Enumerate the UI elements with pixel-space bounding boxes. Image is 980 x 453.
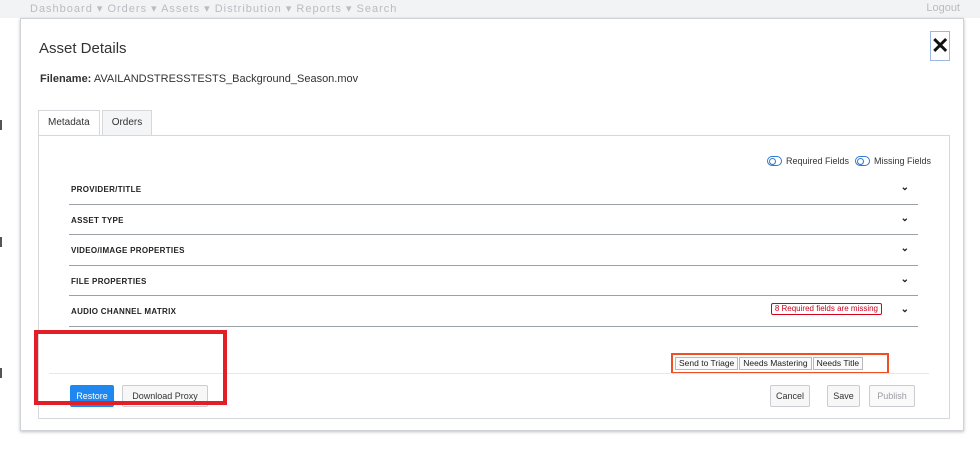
background-edge-mark bbox=[0, 120, 2, 130]
missing-fields-toggle[interactable]: Missing Fields bbox=[854, 156, 931, 166]
close-icon: ✕ bbox=[931, 33, 950, 58]
close-button[interactable]: ✕ bbox=[930, 31, 950, 61]
needs-mastering-button[interactable]: Needs Mastering bbox=[739, 357, 812, 370]
tab-metadata[interactable]: Metadata bbox=[38, 110, 100, 137]
status-button-group: Send to Triage Needs Mastering Needs Tit… bbox=[671, 353, 889, 374]
background-nav-right: Logout bbox=[926, 2, 960, 14]
section-file-properties[interactable]: FILE PROPERTIES ⌄ bbox=[69, 266, 918, 297]
chevron-down-icon: ⌄ bbox=[900, 273, 909, 285]
filename-label: Filename: bbox=[40, 73, 92, 85]
cancel-button[interactable]: Cancel bbox=[770, 385, 810, 407]
section-audio-channel-matrix[interactable]: AUDIO CHANNEL MATRIX 8 Required fields a… bbox=[69, 296, 918, 327]
background-nav-text: Dashboard ▾ Orders ▾ Assets ▾ Distributi… bbox=[30, 3, 398, 15]
save-button[interactable]: Save bbox=[827, 385, 860, 407]
section-title: AUDIO CHANNEL MATRIX bbox=[71, 307, 177, 317]
publish-button[interactable]: Publish bbox=[869, 385, 915, 407]
section-title: ASSET TYPE bbox=[71, 215, 124, 225]
modal-title: Asset Details bbox=[39, 40, 127, 57]
missing-fields-badge: 8 Required fields are missing bbox=[770, 303, 882, 316]
missing-fields-label: Missing Fields bbox=[873, 156, 931, 166]
background-edge-mark bbox=[0, 237, 2, 247]
background-nav: Dashboard ▾ Orders ▾ Assets ▾ Distributi… bbox=[0, 0, 980, 18]
required-fields-toggle[interactable]: Required Fields bbox=[766, 156, 849, 166]
filename-value: AVAILANDSTRESSTESTS_Background_Season.mo… bbox=[93, 73, 359, 85]
chevron-down-icon: ⌄ bbox=[900, 212, 909, 224]
chevron-down-icon: ⌄ bbox=[900, 243, 909, 255]
tab-bar: Metadata Orders bbox=[38, 110, 154, 137]
background-edge-mark bbox=[0, 368, 2, 378]
required-fields-label: Required Fields bbox=[785, 156, 849, 166]
section-title: PROVIDER/TITLE bbox=[71, 185, 142, 194]
tab-orders[interactable]: Orders bbox=[101, 110, 153, 136]
send-to-triage-button[interactable]: Send to Triage bbox=[675, 357, 739, 370]
section-asset-type[interactable]: ASSET TYPE ⌄ bbox=[69, 205, 918, 236]
section-provider-title[interactable]: PROVIDER/TITLE ⌄ bbox=[69, 174, 918, 205]
toggle-icon bbox=[766, 156, 782, 166]
section-video-image-properties[interactable]: VIDEO/IMAGE PROPERTIES ⌄ bbox=[69, 235, 918, 266]
accordion: PROVIDER/TITLE ⌄ ASSET TYPE ⌄ VIDEO/IMAG… bbox=[69, 174, 918, 327]
chevron-down-icon: ⌄ bbox=[900, 304, 909, 316]
chevron-down-icon: ⌄ bbox=[900, 182, 909, 193]
needs-title-button[interactable]: Needs Title bbox=[812, 357, 864, 370]
filename-row: Filename: AVAILANDSTRESSTESTS_Background… bbox=[40, 73, 358, 85]
field-legend: Required Fields Missing Fields bbox=[761, 156, 931, 166]
section-title: FILE PROPERTIES bbox=[71, 276, 147, 286]
section-title: VIDEO/IMAGE PROPERTIES bbox=[71, 246, 185, 256]
toggle-icon bbox=[854, 156, 870, 166]
highlight-box bbox=[34, 330, 227, 405]
